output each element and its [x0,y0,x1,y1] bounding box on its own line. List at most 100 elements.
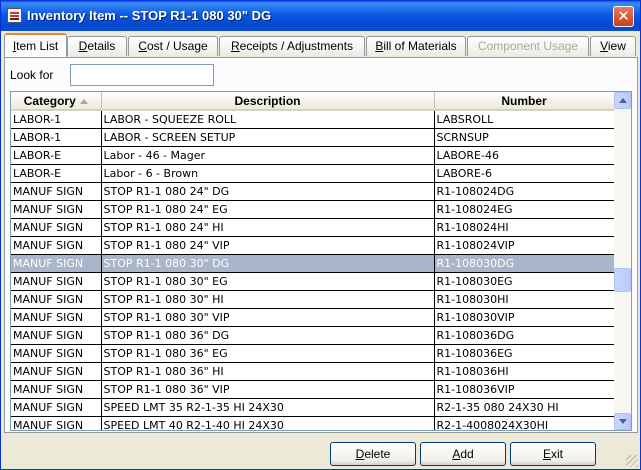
button-label: xit [551,447,563,461]
table-row[interactable]: MANUF SIGN STOP R1-1 080 30" EG R1-108030E… [11,272,615,291]
table-row[interactable]: LABOR-E Labor - 46 - Mager LABORE-46 [11,146,615,165]
category-cell: MANUF SIGN [11,380,102,399]
category-cell: MANUF SIGN [11,254,102,273]
description-cell: SPEED LMT 40 R2-1-40 HI 24X30 [101,416,435,430]
table-row[interactable]: MANUF SIGN STOP R1-1 080 30" HI R1-108030H… [11,290,615,309]
tab-label: iew [607,39,626,53]
tab-mnemonic: C [138,39,147,53]
category-cell: MANUF SIGN [11,344,102,363]
tab-item-list[interactable]: Item List [4,33,67,57]
table-row[interactable]: MANUF SIGN STOP R1-1 080 36" DG R1-108036D… [11,326,615,345]
column-header-label: Number [501,93,547,108]
description-cell: STOP R1-1 080 30" EG [101,272,435,291]
item-table: Category Description Number LABOR-1 LABOR… [11,92,615,430]
table-row[interactable]: LABOR-1 LABOR - SCREEN SETUP SCRNSUP [11,128,615,147]
tab-label: ill of Materials [383,39,457,53]
table-row[interactable]: MANUF SIGN STOP R1-1 080 24" DG R1-108024D… [11,182,615,201]
sort-ascending-icon [79,98,88,104]
category-cell: MANUF SIGN [11,308,102,327]
scroll-down-icon[interactable] [614,413,631,430]
category-cell: MANUF SIGN [11,200,102,219]
tab-view[interactable]: View [590,36,636,56]
table-row[interactable]: MANUF SIGN STOP R1-1 080 36" HI R1-108036H… [11,362,615,381]
table-row[interactable]: LABOR-1 LABOR - SQUEEZE ROLL LABSROLL [11,110,615,129]
category-cell: LABOR-E [11,164,102,183]
category-cell: LABOR-E [11,146,102,165]
resize-grip-icon[interactable] [626,455,638,467]
description-cell: STOP R1-1 080 24" HI [101,218,435,237]
button-mnemonic: E [542,447,551,461]
table-row[interactable]: MANUF SIGN STOP R1-1 080 36" VIP R1-108036… [11,380,615,399]
number-cell: R2-1-4008024X30HI [434,416,615,430]
column-header-description[interactable]: Description [101,92,435,111]
add-button[interactable]: Add [420,442,506,466]
delete-button[interactable]: Delete [330,442,416,466]
scroll-up-icon[interactable] [614,92,631,109]
description-cell: STOP R1-1 080 36" HI [101,362,435,381]
category-cell: MANUF SIGN [11,272,102,291]
number-cell: R1-108024DG [434,182,615,201]
tab-cost-usage[interactable]: Cost / Usage [128,36,218,56]
table-row[interactable]: MANUF SIGN STOP R1-1 080 24" HI R1-108024H… [11,218,615,237]
category-cell: MANUF SIGN [11,398,102,417]
category-cell: MANUF SIGN [11,416,102,430]
number-cell: LABSROLL [434,110,615,129]
description-cell: STOP R1-1 080 30" HI [101,290,435,309]
number-cell: R1-108036EG [434,344,615,363]
category-cell: LABOR-1 [11,110,102,129]
column-header-number[interactable]: Number [434,92,615,111]
description-cell: SPEED LMT 35 R2-1-35 HI 24X30 [101,398,435,417]
category-cell: LABOR-1 [11,128,102,147]
item-list-grid: Category Description Number LABOR-1 LABOR… [10,91,632,431]
button-label: elete [364,447,391,461]
number-cell: R1-108036HI [434,362,615,381]
table-row[interactable]: LABOR-E Labor - 6 - Brown LABORE-6 [11,164,615,183]
column-header-label: Category [23,93,76,108]
number-cell: R1-108024EG [434,200,615,219]
column-header-label: Description [234,93,301,108]
button-label: dd [460,447,474,461]
tab-receipts-adjustments[interactable]: Receipts / Adjustments [219,36,365,56]
description-cell: Labor - 46 - Mager [101,146,435,165]
table-row[interactable]: MANUF SIGN SPEED LMT 35 R2-1-35 HI 24X30 R… [11,398,615,417]
header-row: Category Description Number [11,92,615,111]
exit-button[interactable]: Exit [510,442,596,466]
description-cell: LABOR - SCREEN SETUP [101,128,435,147]
tab-label: ost / Usage [146,39,208,53]
table-row[interactable]: MANUF SIGN STOP R1-1 080 24" EG R1-108024E… [11,200,615,219]
column-header-category[interactable]: Category [11,92,102,111]
scroll-thumb[interactable] [614,268,631,292]
number-cell: R1-108030DG [434,254,615,273]
tab-label: tem List [16,39,59,53]
description-cell: STOP R1-1 080 36" EG [101,344,435,363]
window-title: Inventory Item -- STOP R1-1 080 30" DG [27,8,272,23]
inventory-item-window: Inventory Item -- STOP R1-1 080 30" DG ✕… [0,0,641,470]
category-cell: MANUF SIGN [11,362,102,381]
tab-mnemonic: R [230,39,240,53]
table-row[interactable]: MANUF SIGN STOP R1-1 080 30" VIP R1-108030… [11,308,615,327]
table-row[interactable]: MANUF SIGN SPEED LMT 40 R2-1-40 HI 24X30 R… [11,416,615,430]
category-cell: MANUF SIGN [11,182,102,201]
number-cell: R1-108036DG [434,326,615,345]
number-cell: R1-108024HI [434,218,615,237]
tab-bill-of-materials[interactable]: Bill of Materials [366,36,466,56]
tab-label: etails [87,39,116,53]
vertical-scrollbar[interactable] [614,92,631,430]
look-for-input[interactable] [70,64,214,86]
table-row[interactable]: MANUF SIGN STOP R1-1 080 30" DG R1-108030D… [11,254,615,273]
description-cell: STOP R1-1 080 30" DG [101,254,435,273]
table-row[interactable]: MANUF SIGN STOP R1-1 080 24" VIP R1-108024… [11,236,615,255]
tab-details[interactable]: Details [67,36,127,56]
button-mnemonic: D [355,447,365,461]
number-cell: LABORE-6 [434,164,615,183]
number-cell: LABORE-46 [434,146,615,165]
category-cell: MANUF SIGN [11,218,102,237]
table-row[interactable]: MANUF SIGN STOP R1-1 080 36" EG R1-108036E… [11,344,615,363]
tab-label: eceipts / Adjustments [239,39,354,53]
description-cell: STOP R1-1 080 36" DG [101,326,435,345]
close-button[interactable]: ✕ [613,6,634,27]
title-bar[interactable]: Inventory Item -- STOP R1-1 080 30" DG ✕ [1,1,640,31]
app-icon [7,8,22,23]
tab-strip: Item List Details Cost / Usage Receipts … [4,33,638,57]
description-cell: STOP R1-1 080 36" VIP [101,380,435,399]
